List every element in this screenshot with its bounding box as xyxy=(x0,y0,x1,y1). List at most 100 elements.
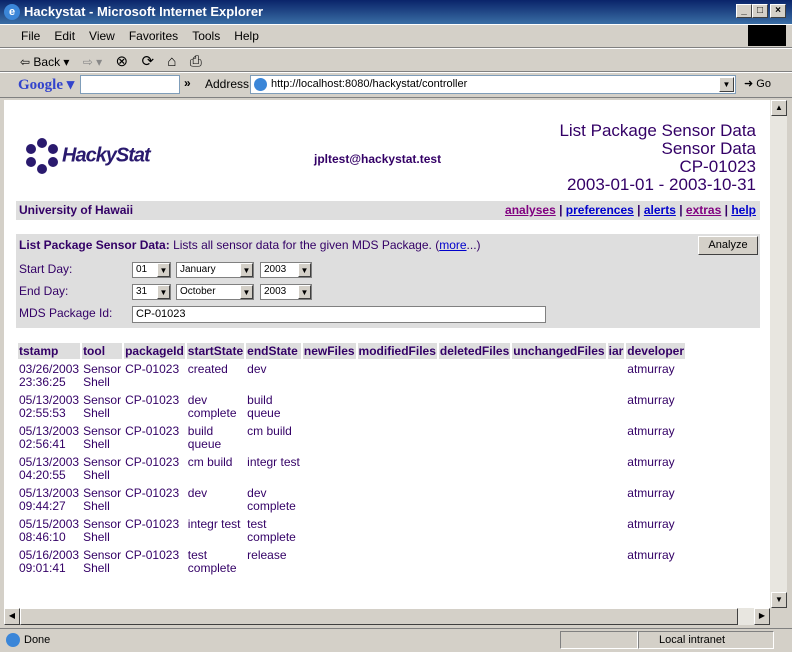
cell-tool: Sensor Shell xyxy=(83,362,122,389)
scroll-down-button[interactable]: ▼ xyxy=(771,592,787,608)
status-bar: Done Local intranet xyxy=(0,628,792,652)
scroll-left-button[interactable]: ◀ xyxy=(4,608,20,625)
cell-endState: test complete xyxy=(247,517,296,544)
logo-text: HackyStat xyxy=(62,144,151,167)
home-icon[interactable]: ⌂ xyxy=(167,53,176,70)
sensor-data-table: tstamp tool packageId startState endState new… xyxy=(16,343,687,576)
start-month-select[interactable]: January ▼ xyxy=(176,262,254,278)
column-header-deletedFiles[interactable]: deletedFiles xyxy=(438,343,511,359)
selected-value: January xyxy=(180,264,216,275)
menu-file[interactable]: File xyxy=(14,25,47,43)
cell-unchangedFiles xyxy=(512,545,605,576)
cell-endState: release xyxy=(247,548,287,562)
column-header-iar[interactable]: iar xyxy=(607,343,625,359)
more-chevron-icon[interactable]: » xyxy=(184,76,191,90)
status-text: Done xyxy=(24,634,51,646)
menu-help[interactable]: Help xyxy=(227,25,266,43)
menu-edit[interactable]: Edit xyxy=(47,25,82,43)
windows-logo xyxy=(748,25,786,46)
start-year-select[interactable]: 2003 ▼ xyxy=(260,262,312,278)
title-line: List Package Sensor Data xyxy=(559,121,756,140)
menu-bar: File Edit View Favorites Tools Help xyxy=(0,24,792,48)
cell-developer: atmurray xyxy=(627,517,675,531)
cell-unchangedFiles xyxy=(512,452,605,483)
column-header-startState[interactable]: startState xyxy=(186,343,245,359)
start-day-label: Start Day: xyxy=(19,262,73,276)
column-header-endState[interactable]: endState xyxy=(246,343,301,359)
address-label: Address xyxy=(205,77,250,91)
scroll-thumb[interactable] xyxy=(20,608,738,625)
refresh-icon[interactable]: ⟳ xyxy=(141,52,154,70)
cell-modifiedFiles xyxy=(358,514,437,545)
column-header-tstamp[interactable]: tstamp xyxy=(18,343,81,359)
end-day-select[interactable]: 31 ▼ xyxy=(132,284,171,300)
nav-link-analyses[interactable]: analyses xyxy=(505,203,556,217)
nav-link-preferences[interactable]: preferences xyxy=(566,203,634,217)
address-url: http://localhost:8080/hackystat/controll… xyxy=(271,78,468,90)
minimize-button[interactable]: _ xyxy=(736,4,752,18)
cell-tstamp: 05/13/2003 02:56:41 xyxy=(19,424,80,451)
start-day-select[interactable]: 01 ▼ xyxy=(132,262,171,278)
more-link[interactable]: more xyxy=(439,238,466,252)
column-header-unchangedFiles[interactable]: unchangedFiles xyxy=(512,343,606,359)
column-header-newFiles[interactable]: newFiles xyxy=(302,343,356,359)
title-line: 2003-01-01 - 2003-10-31 xyxy=(566,175,756,194)
menu-view[interactable]: View xyxy=(82,25,122,43)
cell-packageId: CP-01023 xyxy=(125,548,180,562)
cell-tool: Sensor Shell xyxy=(83,424,122,451)
google-search-input[interactable] xyxy=(80,75,180,94)
package-id-input[interactable]: CP-01023 xyxy=(132,306,546,323)
cell-newFiles xyxy=(303,421,356,452)
nav-link-help[interactable]: help xyxy=(731,203,756,217)
separator: | xyxy=(633,203,644,217)
google-toolbar-logo[interactable]: Google ▾ xyxy=(18,75,74,94)
menu-favorites[interactable]: Favorites xyxy=(122,25,185,43)
stop-icon[interactable]: ⊗ xyxy=(116,52,129,70)
cell-packageId: CP-01023 xyxy=(125,455,180,469)
cell-newFiles xyxy=(303,545,356,576)
address-dropdown[interactable]: ▼ xyxy=(719,77,734,92)
address-input[interactable]: http://localhost:8080/hackystat/controll… xyxy=(250,75,736,94)
go-button[interactable]: ➜ Go xyxy=(744,77,771,90)
cell-startState: dev xyxy=(187,486,208,500)
form-description: Lists all sensor data for the given MDS … xyxy=(169,238,440,252)
forward-button[interactable]: ⇨ ▾ xyxy=(83,55,102,69)
print-icon[interactable]: ⎙ xyxy=(190,53,202,70)
nav-link-alerts[interactable]: alerts xyxy=(644,203,676,217)
cell-endState: dev complete xyxy=(247,486,296,513)
cell-iar xyxy=(608,483,625,514)
column-header-tool[interactable]: tool xyxy=(82,343,123,359)
analyze-button[interactable]: Analyze xyxy=(698,236,758,255)
cell-startState: cm build xyxy=(187,455,233,469)
column-header-packageId[interactable]: packageId xyxy=(124,343,185,359)
form-heading: List Package Sensor Data: xyxy=(19,238,170,252)
end-year-select[interactable]: 2003 ▼ xyxy=(260,284,312,300)
column-header-developer[interactable]: developer xyxy=(626,343,685,359)
cell-deletedFiles xyxy=(439,390,510,421)
cell-startState: dev complete xyxy=(187,393,237,420)
scroll-right-button[interactable]: ▶ xyxy=(754,608,770,625)
cell-modifiedFiles xyxy=(358,545,437,576)
selected-value: 2003 xyxy=(264,286,287,297)
close-button[interactable]: × xyxy=(770,4,786,18)
cell-iar xyxy=(608,359,625,390)
maximize-button[interactable]: □ xyxy=(752,4,768,18)
ie-icon: e xyxy=(4,4,20,20)
column-header-modifiedFiles[interactable]: modifiedFiles xyxy=(357,343,437,359)
cell-modifiedFiles xyxy=(358,421,437,452)
back-button[interactable]: ⇦ Back ▾ xyxy=(20,55,69,69)
horizontal-scrollbar[interactable]: ◀ ▶ xyxy=(4,608,770,625)
cell-deletedFiles xyxy=(439,514,510,545)
menu-tools[interactable]: Tools xyxy=(185,25,227,43)
scroll-up-button[interactable]: ▲ xyxy=(771,100,787,116)
table-row: 05/13/2003 02:56:41 Sensor Shell CP-01023 b… xyxy=(18,421,685,452)
table-row: 05/13/2003 09:44:27 Sensor Shell CP-01023 d… xyxy=(18,483,685,514)
zone-panel: Local intranet xyxy=(638,631,774,649)
organization-name: University of Hawaii xyxy=(19,203,134,217)
end-month-select[interactable]: October ▼ xyxy=(176,284,254,300)
cell-modifiedFiles xyxy=(358,390,437,421)
vertical-scrollbar[interactable]: ▲ ▼ xyxy=(770,100,787,608)
nav-links: analyses | preferences | alerts | extras… xyxy=(505,203,756,217)
cell-tool: Sensor Shell xyxy=(83,486,122,513)
nav-link-extras[interactable]: extras xyxy=(686,203,721,217)
